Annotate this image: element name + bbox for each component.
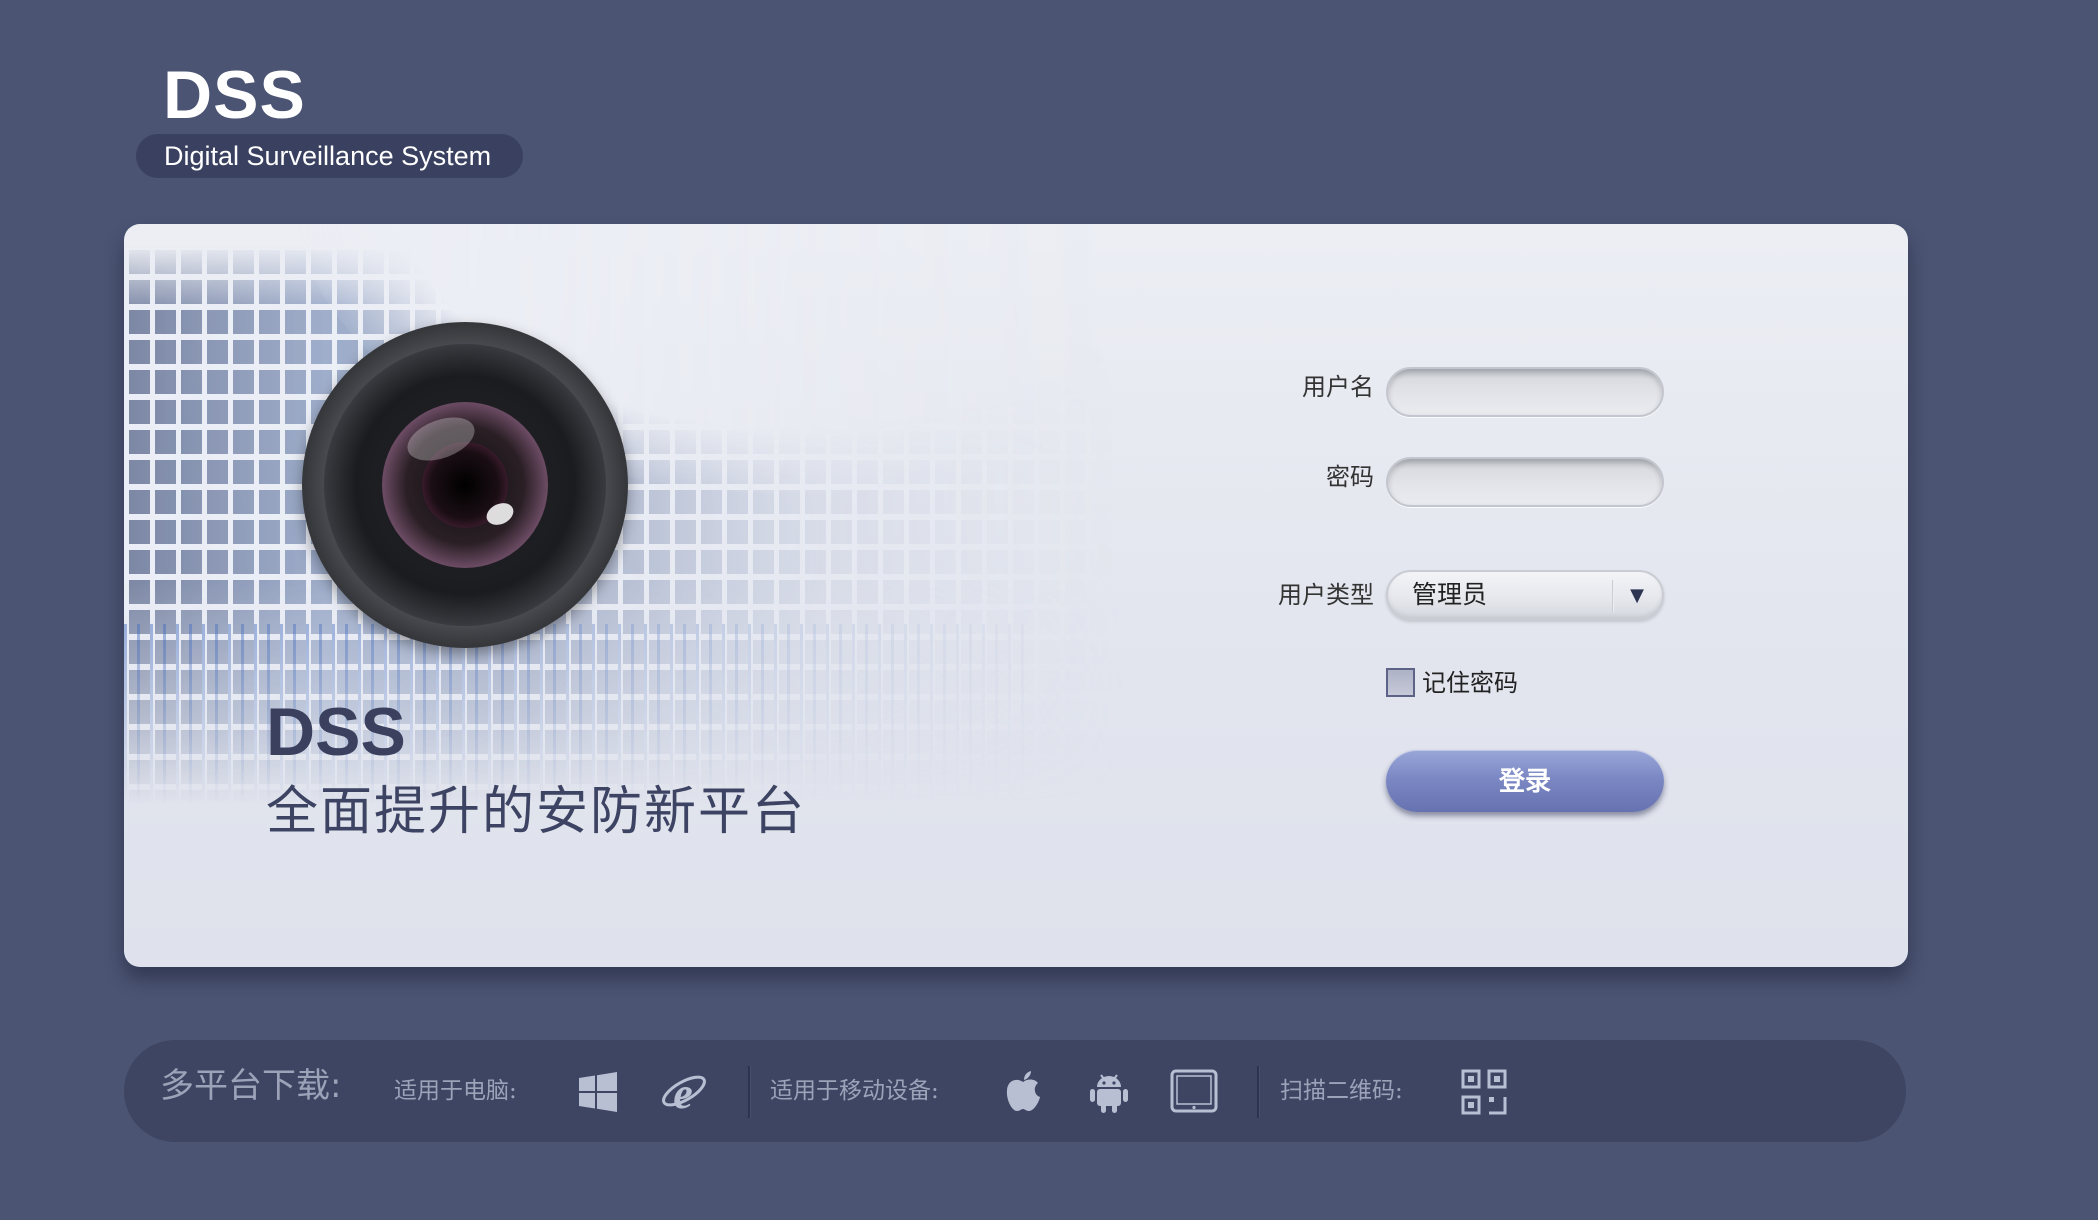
android-icon[interactable] xyxy=(1084,1067,1134,1117)
password-label: 密码 xyxy=(1326,463,1374,491)
tablet-icon[interactable] xyxy=(1169,1067,1219,1117)
banner-title: DSS xyxy=(266,694,406,770)
select-divider xyxy=(1612,580,1614,612)
download-title: 多平台下载: xyxy=(160,1066,342,1106)
login-panel: DSS 全面提升的安防新平台 用户名 密码 用户类型 管理员 ▼ 记住密码 登录 xyxy=(124,224,1908,967)
divider xyxy=(1257,1066,1259,1118)
camera-lens-image xyxy=(302,322,628,648)
remember-password-label[interactable]: 记住密码 xyxy=(1422,667,1518,699)
windows-icon[interactable] xyxy=(573,1067,623,1117)
qr-code-icon[interactable] xyxy=(1459,1067,1509,1117)
remember-password-checkbox[interactable] xyxy=(1386,668,1415,697)
qr-download-label: 扫描二维码: xyxy=(1280,1078,1403,1104)
divider xyxy=(748,1066,750,1118)
user-type-label: 用户类型 xyxy=(1278,581,1374,609)
username-input[interactable] xyxy=(1386,367,1664,417)
banner-subtitle: 全面提升的安防新平台 xyxy=(266,782,807,842)
svg-text:e: e xyxy=(673,1069,693,1117)
logo-subtitle: Digital Surveillance System xyxy=(136,134,523,178)
banner-artwork: DSS 全面提升的安防新平台 xyxy=(124,224,1294,844)
internet-explorer-icon[interactable]: e xyxy=(659,1067,709,1117)
login-button[interactable]: 登录 xyxy=(1386,750,1664,812)
user-type-select[interactable]: 管理员 ▼ xyxy=(1386,570,1664,620)
pc-download-label: 适用于电脑: xyxy=(394,1078,517,1104)
password-input[interactable] xyxy=(1386,457,1664,507)
chevron-down-icon[interactable]: ▼ xyxy=(1620,572,1654,618)
mobile-download-label: 适用于移动设备: xyxy=(770,1078,939,1104)
logo-title: DSS xyxy=(163,57,306,133)
apple-icon[interactable] xyxy=(998,1067,1048,1117)
user-type-value: 管理员 xyxy=(1412,580,1488,609)
username-label: 用户名 xyxy=(1302,373,1374,401)
download-bar: 多平台下载: 适用于电脑: e 适用于移动设备: 扫描二维码: xyxy=(124,1040,1906,1142)
